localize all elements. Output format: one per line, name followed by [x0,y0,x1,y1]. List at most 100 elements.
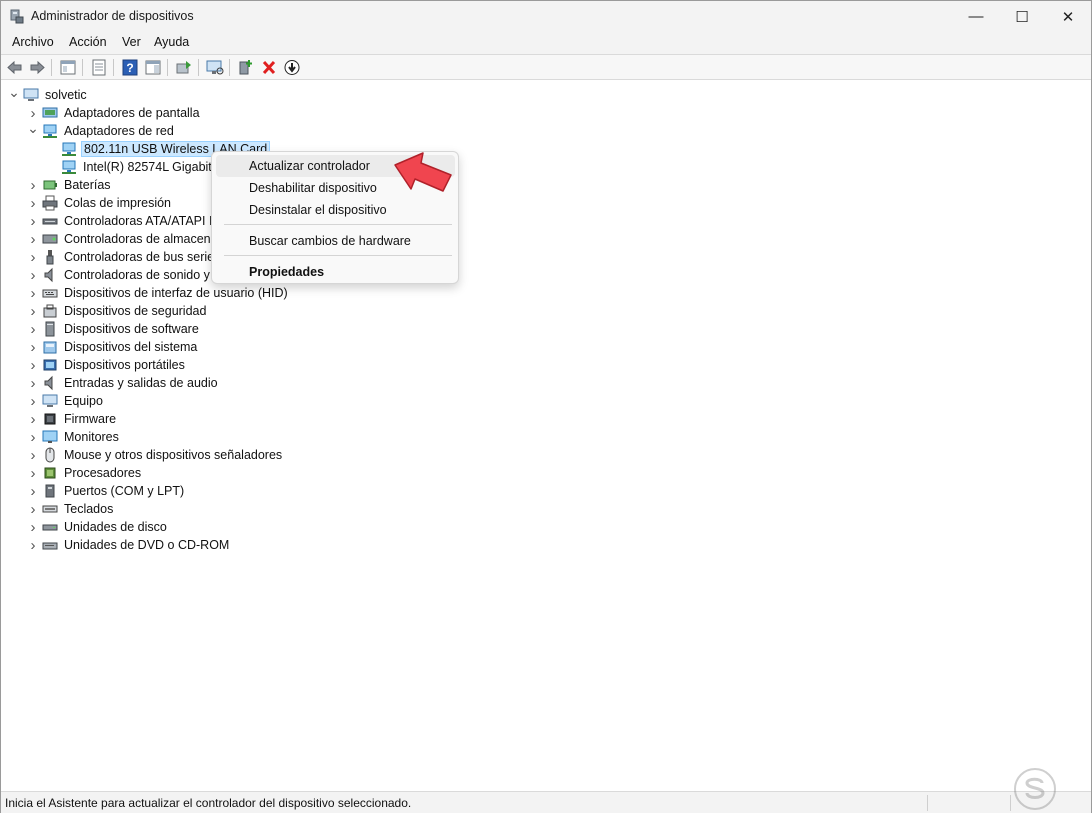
chevron-right-icon[interactable]: › [28,410,38,428]
chevron-right-icon[interactable]: › [28,428,38,446]
chevron-right-icon[interactable]: › [28,248,38,266]
maximize-button[interactable]: ☐ [999,1,1045,32]
tree-item-label: Baterías [64,178,111,192]
tree-category-node[interactable]: › Dispositivos de software [28,320,201,338]
mouse-icon [42,447,58,463]
title-bar[interactable]: Administrador de dispositivos — ☐ ✕ [1,1,1091,32]
chevron-right-icon[interactable]: › [28,338,38,356]
tree-category-node[interactable]: › Dispositivos portátiles [28,356,187,374]
show-hide-console-tree-icon[interactable] [59,59,77,76]
tree-category-node[interactable]: › Teclados [28,500,115,518]
hid-icon [42,285,58,301]
software-device-icon [42,321,58,337]
tree-category-node[interactable]: › Adaptadores de pantalla [28,104,202,122]
tree-item-label: Procesadores [64,466,142,480]
disable-device-icon[interactable] [283,59,301,76]
tree-item-label: Unidades de DVD o CD-ROM [64,538,230,552]
chevron-right-icon[interactable]: › [28,536,38,554]
chevron-right-icon[interactable]: › [28,374,38,392]
chevron-right-icon[interactable]: › [28,518,38,536]
tree-item-label: Controladoras de bus serie [64,250,215,264]
tree-item-label: Dispositivos portátiles [64,358,185,372]
scan-hardware-icon[interactable] [206,59,224,76]
chevron-right-icon[interactable]: › [28,284,38,302]
back-icon[interactable] [6,59,24,76]
help-icon[interactable]: ? [121,59,139,76]
tree-category-node[interactable]: › Dispositivos del sistema [28,338,199,356]
port-icon [42,483,58,499]
chevron-right-icon[interactable]: › [28,266,38,284]
tree-category-node[interactable]: › Baterías [28,176,113,194]
speaker-icon [42,375,58,391]
uninstall-device-icon[interactable] [260,59,278,76]
tree-category-node[interactable]: › Firmware [28,410,118,428]
minimize-button[interactable]: — [953,1,999,32]
chevron-down-icon[interactable]: ⌄ [27,119,39,137]
chevron-right-icon[interactable]: › [28,482,38,500]
menu-separator [224,224,452,225]
tree-category-node[interactable]: › Colas de impresión [28,194,173,212]
monitor-icon [42,429,58,445]
tree-category-node[interactable]: › Controladoras ATA/ATAPI ID [28,212,223,230]
chevron-right-icon[interactable]: › [28,320,38,338]
tree-category-node[interactable]: ⌄ Adaptadores de red [27,119,176,140]
menu-item-uninstall-device[interactable]: Desinstalar el dispositivo [216,199,455,221]
tree-category-node[interactable]: › Unidades de DVD o CD-ROM [28,536,231,554]
tree-device-node[interactable]: Intel(R) 82574L Gigabit N [47,158,226,176]
chevron-right-icon[interactable]: › [28,176,38,194]
tree-item-label: Controladoras de sonido y v [64,268,220,282]
chevron-right-icon[interactable]: › [28,194,38,212]
update-driver-icon[interactable] [175,59,193,76]
tree-category-node[interactable]: › Puertos (COM y LPT) [28,482,186,500]
chevron-down-icon[interactable]: ⌄ [8,83,20,101]
tree-category-node[interactable]: › Unidades de disco [28,518,169,536]
toolbar: ? [1,54,1091,80]
processor-icon [42,465,58,481]
disk-drive-icon [42,519,58,535]
tree-category-node[interactable]: › Controladoras de sonido y v [28,266,222,284]
tree-item-label: Puertos (COM y LPT) [64,484,185,498]
menu-item-properties[interactable]: Propiedades [216,261,455,283]
dvd-drive-icon [42,537,58,553]
tree-root-node[interactable]: ⌄ solvetic [8,83,89,104]
chevron-right-icon[interactable]: › [28,356,38,374]
ide-controller-icon [42,213,58,229]
tree-item-label: Colas de impresión [64,196,171,210]
device-tree[interactable]: ⌄ solvetic › Adaptadores de pantalla ⌄ Adapta… [1,83,1091,790]
menu-archivo[interactable]: Archivo [12,35,54,49]
tree-item-label: Firmware [64,412,117,426]
tree-category-node[interactable]: › Procesadores [28,464,143,482]
chevron-right-icon[interactable]: › [28,500,38,518]
add-legacy-hardware-icon[interactable] [237,59,255,76]
properties-icon[interactable] [90,59,108,76]
maximize-icon: ☐ [1015,8,1029,26]
chevron-right-icon[interactable]: › [28,446,38,464]
tree-item-label: Controladoras de almacena [64,232,218,246]
tree-category-node[interactable]: › Entradas y salidas de audio [28,374,220,392]
tree-category-node[interactable]: › Dispositivos de interfaz de usuario (HI… [28,284,290,302]
chevron-right-icon[interactable]: › [28,230,38,248]
menu-ver[interactable]: Ver [122,35,141,49]
network-adapter-icon [61,141,77,157]
menu-accion[interactable]: Acción [69,35,107,49]
tree-category-node[interactable]: › Dispositivos de seguridad [28,302,208,320]
chevron-right-icon[interactable]: › [28,464,38,482]
close-button[interactable]: ✕ [1045,1,1091,32]
forward-icon[interactable] [28,59,46,76]
system-device-icon [42,339,58,355]
tree-category-node[interactable]: › Controladoras de bus serie [28,248,216,266]
menu-item-scan-hardware[interactable]: Buscar cambios de hardware [216,230,455,252]
tree-category-node[interactable]: › Controladoras de almacena [28,230,220,248]
tree-category-node[interactable]: › Monitores [28,428,121,446]
tree-category-node[interactable]: › Mouse y otros dispositivos señaladores [28,446,284,464]
menu-ayuda[interactable]: Ayuda [154,35,189,49]
device-manager-window: Administrador de dispositivos — ☐ ✕ Arch… [0,0,1092,813]
tree-category-node[interactable]: › Equipo [28,392,105,410]
network-adapter-icon [42,123,58,139]
battery-icon [42,177,58,193]
chevron-right-icon[interactable]: › [28,302,38,320]
action-pane-icon[interactable] [144,59,162,76]
chevron-right-icon[interactable]: › [28,212,38,230]
chevron-right-icon[interactable]: › [28,392,38,410]
